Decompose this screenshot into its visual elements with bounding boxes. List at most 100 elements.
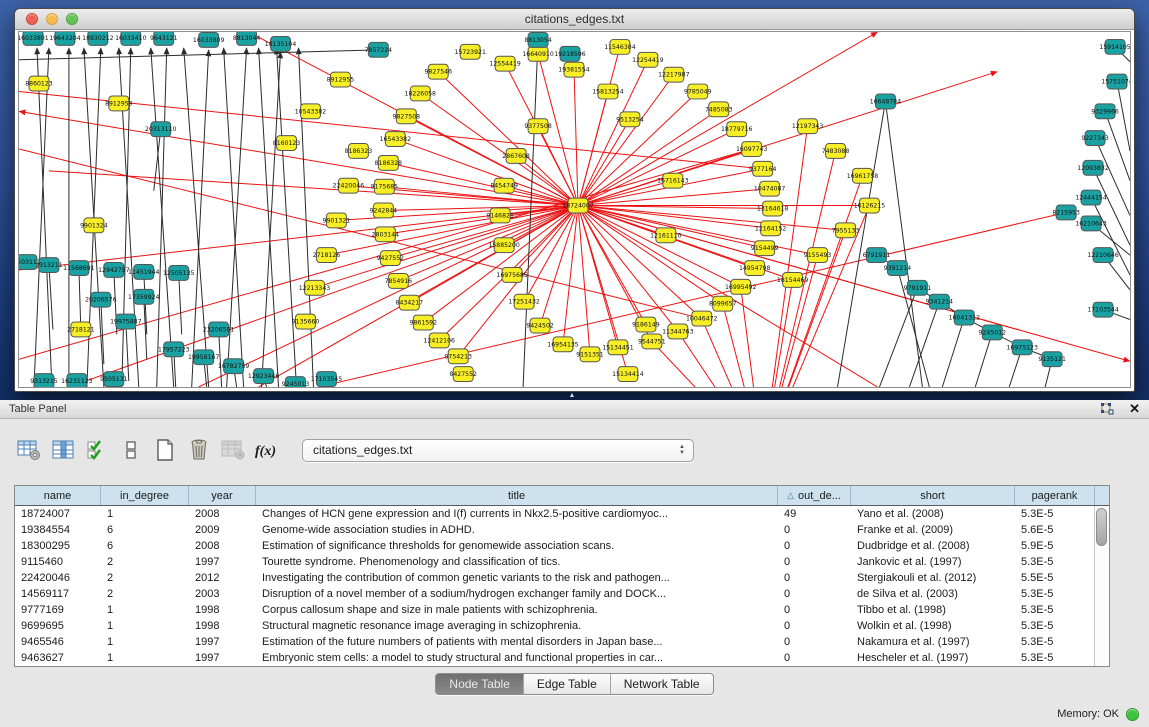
network-node[interactable]: 9135121	[1038, 352, 1066, 367]
network-node[interactable]: 16126215	[854, 198, 886, 213]
window-titlebar[interactable]: citations_edges.txt	[15, 9, 1134, 30]
network-edge[interactable]	[975, 332, 992, 387]
table-cell-pagerank[interactable]: 5.3E-5	[1015, 650, 1095, 666]
table-cell-out_degree[interactable]: 0	[778, 538, 851, 554]
table-cell-title[interactable]: Estimation of the future numbers of pati…	[256, 634, 778, 650]
table-cell-name[interactable]: 22420046	[15, 570, 101, 586]
network-edge[interactable]	[19, 50, 378, 60]
table-cell-in_degree[interactable]: 1	[101, 618, 189, 634]
table-cell-title[interactable]: Disruption of a novel member of a sodium…	[256, 586, 778, 602]
network-edge[interactable]	[262, 52, 281, 387]
network-edge[interactable]	[34, 48, 49, 387]
tab-edge-table[interactable]: Edge Table	[524, 674, 611, 694]
table-cell-out_degree[interactable]: 49	[778, 506, 851, 522]
network-node[interactable]: 8186323	[345, 144, 373, 159]
column-header-name[interactable]: name	[15, 486, 101, 505]
network-node[interactable]: 9377508	[524, 119, 552, 134]
table-cell-name[interactable]: 9115460	[15, 554, 101, 570]
float-window-icon[interactable]	[1101, 403, 1115, 415]
network-node[interactable]: 8454749	[490, 178, 518, 193]
memory-status-icon[interactable]	[1126, 708, 1139, 721]
network-node[interactable]: 9242844	[370, 203, 398, 218]
network-edge[interactable]	[578, 206, 646, 325]
network-node[interactable]: 9901324	[80, 218, 108, 233]
table-cell-pagerank[interactable]: 5.3E-5	[1015, 634, 1095, 650]
network-window[interactable]: citations_edges.txt 18724007982754618226…	[14, 8, 1135, 392]
network-node[interactable]: 9186149	[632, 317, 660, 332]
table-cell-year[interactable]: 1998	[189, 618, 256, 634]
network-edge[interactable]	[184, 48, 209, 387]
tab-node-table[interactable]: Node Table	[436, 674, 524, 694]
citation-network-graph[interactable]: 1872400798275461822605898275081654338281…	[19, 32, 1130, 387]
delete-column-icon[interactable]	[184, 435, 214, 465]
scrollbar-thumb[interactable]	[1096, 508, 1107, 546]
network-node[interactable]: 9424502	[526, 318, 554, 333]
column-header-in_degree[interactable]: in_degree	[101, 486, 189, 505]
network-node[interactable]: 2867608	[502, 149, 530, 164]
vertical-scrollbar[interactable]	[1094, 506, 1109, 666]
network-edge[interactable]	[259, 48, 279, 387]
network-edge[interactable]	[1093, 168, 1130, 245]
network-node[interactable]: 17957223	[158, 342, 190, 357]
network-node[interactable]: 8860123	[25, 76, 53, 91]
table-cell-year[interactable]: 1997	[189, 650, 256, 666]
network-node[interactable]: 15751074	[1101, 74, 1130, 89]
network-node[interactable]: 12554419	[489, 56, 521, 71]
table-row[interactable]: 946362711997Embryonic stem cells: a mode…	[15, 650, 1109, 666]
network-node[interactable]: 7854916	[385, 273, 413, 288]
network-node[interactable]: 13164618	[757, 201, 789, 216]
table-cell-title[interactable]: Corpus callosum shape and size in male p…	[256, 602, 778, 618]
network-edge[interactable]	[763, 280, 793, 387]
network-node[interactable]: 12213343	[299, 280, 331, 295]
table-cell-name[interactable]: 9699695	[15, 618, 101, 634]
network-node[interactable]: 8912955	[327, 72, 355, 87]
network-node[interactable]: 16648784	[870, 94, 902, 109]
delete-table-icon[interactable]	[218, 435, 248, 465]
table-cell-short[interactable]: Jankovic et al. (1997)	[851, 554, 1015, 570]
close-panel-icon[interactable]: ✕	[1129, 403, 1140, 415]
table-cell-pagerank[interactable]: 5.3E-5	[1015, 602, 1095, 618]
network-edge[interactable]	[37, 48, 52, 387]
network-node[interactable]: 9901321	[323, 213, 351, 228]
network-node[interactable]: 12505135	[163, 266, 195, 281]
table-cell-pagerank[interactable]: 5.6E-5	[1015, 522, 1095, 538]
network-node[interactable]: 17103544	[1087, 302, 1119, 317]
network-node[interactable]: 2803144	[372, 227, 400, 242]
table-cell-in_degree[interactable]: 2	[101, 570, 189, 586]
network-node[interactable]: 11344763	[662, 324, 694, 339]
network-node[interactable]: 8427552	[449, 367, 477, 382]
network-node[interactable]: 10474087	[754, 181, 786, 196]
table-cell-year[interactable]: 1997	[189, 554, 256, 570]
table-cell-year[interactable]: 1997	[189, 634, 256, 650]
network-edge[interactable]	[151, 48, 174, 387]
network-edge[interactable]	[723, 304, 763, 387]
table-cell-short[interactable]: Dudbridge et al. (2008)	[851, 538, 1015, 554]
network-node[interactable]: 8434217	[396, 295, 424, 310]
table-row[interactable]: 977716911998Corpus callosum shape and si…	[15, 602, 1109, 618]
network-edge[interactable]	[19, 149, 702, 319]
network-edge[interactable]	[652, 341, 763, 387]
network-node[interactable]: 2718121	[67, 322, 95, 337]
table-cell-short[interactable]: Tibbo et al. (1998)	[851, 602, 1015, 618]
network-node[interactable]: 9505131	[100, 372, 128, 387]
network-node[interactable]: 12164152	[755, 221, 787, 236]
network-node[interactable]: 16033410	[115, 32, 147, 45]
table-cell-year[interactable]: 2003	[189, 586, 256, 602]
table-cell-name[interactable]: 14569117	[15, 586, 101, 602]
network-node[interactable]: 18930212	[82, 32, 114, 45]
network-node[interactable]: 16210643	[1075, 216, 1107, 231]
network-node[interactable]: 9513254	[616, 112, 644, 127]
network-node[interactable]: 7483088	[822, 144, 850, 159]
network-canvas[interactable]: 1872400798275461822605898275081654338281…	[18, 31, 1131, 388]
table-cell-title[interactable]: Estimation of significance thresholds fo…	[256, 538, 778, 554]
table-cell-in_degree[interactable]: 1	[101, 506, 189, 522]
network-edge[interactable]	[741, 287, 763, 387]
table-row[interactable]: 1872400712008Changes of HCN gene express…	[15, 506, 1109, 522]
network-edge[interactable]	[49, 265, 53, 329]
network-node[interactable]: 16097743	[736, 142, 768, 157]
network-edge[interactable]	[318, 212, 1066, 387]
network-node[interactable]: 10046472	[686, 311, 718, 326]
minimize-window-icon[interactable]	[46, 13, 58, 25]
table-row[interactable]: 1456911722003Disruption of a novel membe…	[15, 586, 1109, 602]
table-cell-title[interactable]: Structural magnetic resonance image aver…	[256, 618, 778, 634]
